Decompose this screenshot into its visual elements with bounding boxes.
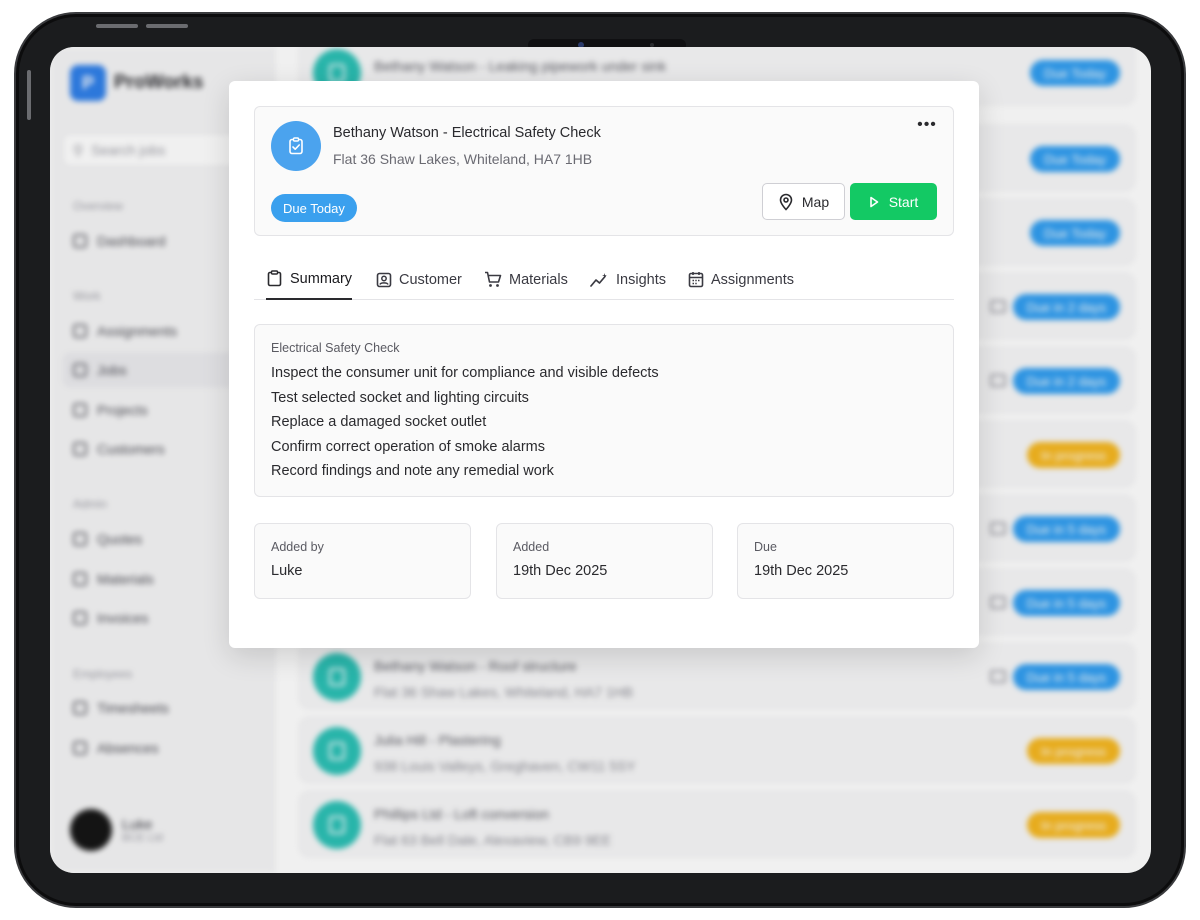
map-pin-icon xyxy=(779,193,793,211)
due-date-value: 19th Dec 2025 xyxy=(754,563,849,579)
start-label: Start xyxy=(888,193,919,210)
map-label: Map xyxy=(801,193,830,210)
calendar-icon xyxy=(688,272,704,288)
tab-bar: Summary Customer Materials Insights Assi… xyxy=(254,259,954,300)
clipboard-icon xyxy=(267,270,282,287)
job-title: Bethany Watson - Electrical Safety Check xyxy=(333,125,601,141)
map-button[interactable]: Map xyxy=(762,183,845,220)
tab-summary[interactable]: Summary xyxy=(266,259,353,300)
added-date-card: Added 19th Dec 2025 xyxy=(496,523,713,599)
status-badge: Due Today xyxy=(271,194,357,222)
tab-materials[interactable]: Materials xyxy=(484,259,568,300)
summary-task: Test selected socket and lighting circui… xyxy=(271,389,529,406)
volume-button xyxy=(146,24,188,28)
summary-task: Confirm correct operation of smoke alarm… xyxy=(271,438,545,455)
cart-icon xyxy=(485,271,502,287)
due-label: Due xyxy=(754,540,777,554)
added-by-label: Added by xyxy=(271,540,324,554)
added-by-card: Added by Luke xyxy=(254,523,471,599)
added-by-value: Luke xyxy=(271,563,303,579)
clipboard-check-icon xyxy=(289,137,303,155)
more-options-button[interactable]: ••• xyxy=(915,115,939,135)
play-icon xyxy=(869,196,879,207)
summary-task: Inspect the consumer unit for compliance… xyxy=(271,365,659,381)
screen: P ProWorks ⚲ Search jobs Overview Dashbo… xyxy=(50,47,1151,873)
summary-task: Record findings and note any remedial wo… xyxy=(271,463,554,480)
due-date-card: Due 19th Dec 2025 xyxy=(737,523,954,599)
summary-heading: Electrical Safety Check xyxy=(271,341,400,355)
job-icon xyxy=(271,121,321,171)
sparkline-icon xyxy=(590,272,607,287)
start-button[interactable]: Start xyxy=(850,183,937,220)
power-button xyxy=(27,70,31,120)
job-address: Flat 36 Shaw Lakes, Whiteland, HA7 1HB xyxy=(333,151,593,167)
summary-panel: Electrical Safety Check Inspect the cons… xyxy=(254,324,954,497)
tab-customer[interactable]: Customer xyxy=(376,259,462,300)
volume-button xyxy=(96,24,138,28)
ellipsis-icon: ••• xyxy=(917,116,937,133)
tab-assignments[interactable]: Assignments xyxy=(688,259,794,300)
tab-insights[interactable]: Insights xyxy=(590,259,666,300)
summary-task: Replace a damaged socket outlet xyxy=(271,414,487,431)
added-date-value: 19th Dec 2025 xyxy=(513,563,608,579)
contact-icon xyxy=(376,272,392,287)
job-header-card: Bethany Watson - Electrical Safety Check… xyxy=(254,106,954,236)
job-detail-modal: Bethany Watson - Electrical Safety Check… xyxy=(229,81,979,648)
added-label: Added xyxy=(513,540,550,554)
